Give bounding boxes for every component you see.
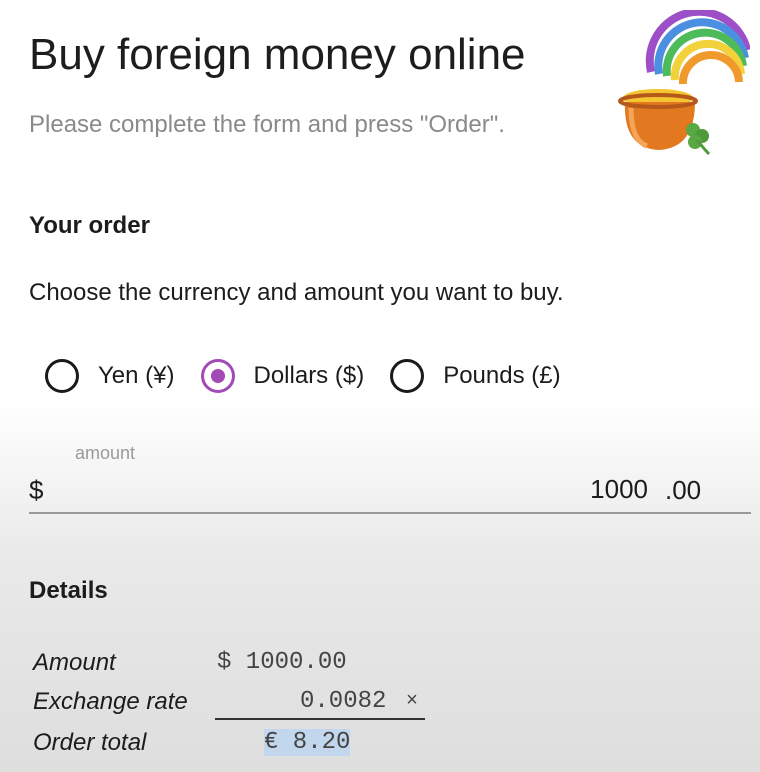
currency-radio-group: Yen (¥) Dollars ($) Pounds (£)	[45, 356, 587, 396]
radio-pounds-label[interactable]: Pounds (£)	[443, 362, 560, 390]
sum-line	[215, 718, 425, 720]
page-subtitle: Please complete the form and press "Orde…	[29, 111, 505, 138]
details-total-label: Order total	[33, 729, 147, 756]
details-amount-label: Amount	[33, 649, 116, 676]
order-instruction: Choose the currency and amount you want …	[29, 279, 564, 306]
amount-currency-prefix: $	[29, 475, 44, 505]
multiply-operator: ×	[406, 690, 419, 713]
radio-yen[interactable]	[45, 359, 79, 393]
amount-field-label: amount	[75, 443, 136, 463]
details-amount-value: $ 1000.00	[217, 649, 347, 676]
details-rate-label: Exchange rate	[33, 688, 188, 715]
amount-cents-suffix: .00	[665, 475, 702, 505]
radio-option-pounds[interactable]: Pounds (£)	[390, 359, 561, 393]
page-title: Buy foreign money online	[29, 30, 526, 79]
details-heading: Details	[29, 577, 108, 604]
radio-option-dollars[interactable]: Dollars ($)	[200, 359, 365, 393]
details-total-value: € 8.20	[264, 729, 351, 756]
radio-pounds[interactable]	[390, 359, 425, 393]
radio-option-yen[interactable]: Yen (¥)	[45, 359, 175, 393]
rainbow-pot-of-gold-icon	[618, 10, 750, 156]
your-order-heading: Your order	[29, 212, 150, 239]
amount-underline	[29, 512, 751, 514]
radio-dollars-label[interactable]: Dollars ($)	[254, 362, 365, 390]
radio-yen-label[interactable]: Yen (¥)	[98, 362, 175, 390]
details-rate-value: 0.0082	[300, 688, 387, 715]
radio-dollars[interactable]	[200, 359, 235, 393]
amount-input[interactable]	[500, 470, 648, 508]
